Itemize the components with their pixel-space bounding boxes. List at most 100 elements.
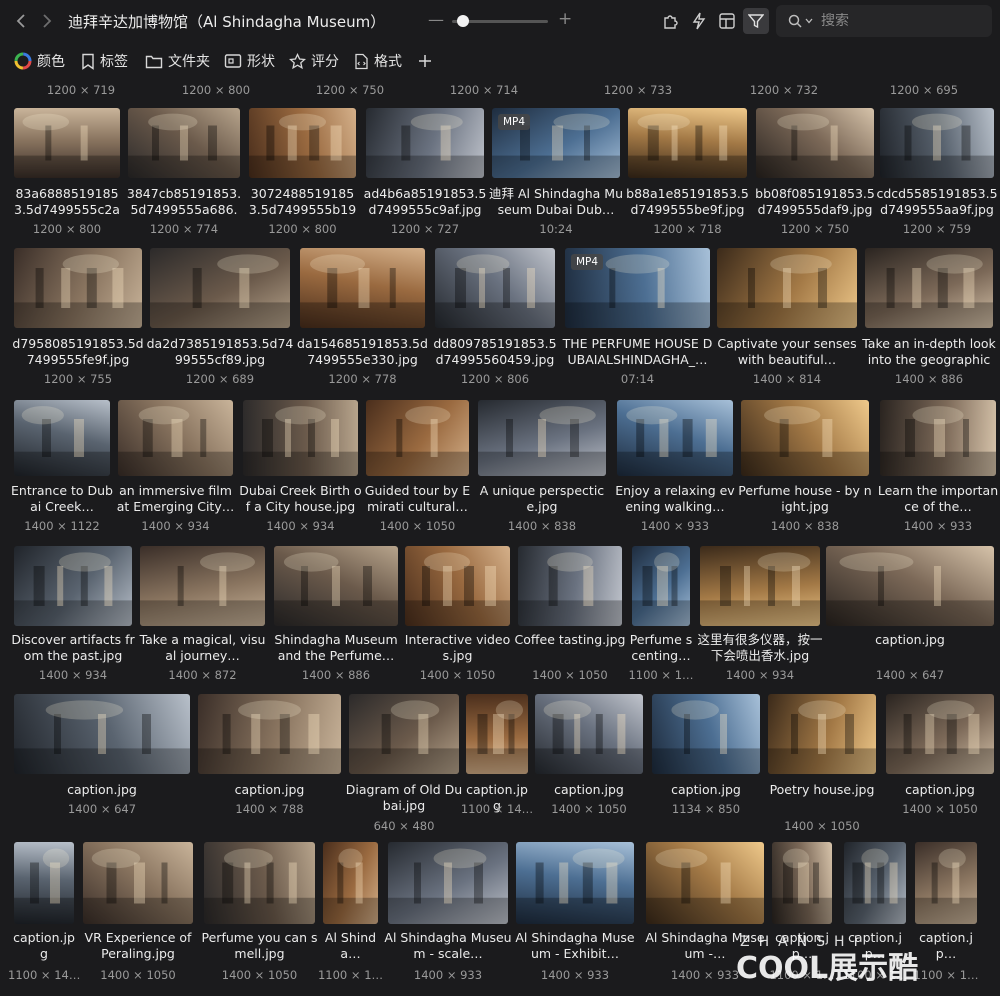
thumbnail-image[interactable] [388,842,508,924]
file-name[interactable]: 迪拜 Al Shindagha Museum Dubai Dub… [488,186,624,218]
file-name[interactable]: 这里有很多仪器，按一下会喷出香水.jpg [696,632,824,664]
thumbnail-image[interactable] [628,108,747,178]
back-button[interactable] [10,10,32,32]
file-name[interactable]: caption.jpg [822,632,998,648]
thumbnail-image[interactable] [14,546,132,626]
file-name[interactable]: Take a magical, visual journey… [136,632,269,664]
thumbnail-image[interactable] [204,842,315,924]
file-name[interactable]: caption.jp… [911,930,981,962]
file-name[interactable]: Al Shindagha Museum -… [642,930,768,962]
file-name[interactable]: Captivate your senses with beautiful… [713,336,861,368]
file-name[interactable]: Coffee tasting.jpg [514,632,626,648]
thumbnail-image[interactable] [14,842,74,924]
filter-shape[interactable]: 形状 [224,48,275,74]
file-name[interactable]: d7958085191853.5d7499555fe9f.jpg [10,336,146,368]
file-name[interactable]: caption.jpg [648,782,764,798]
file-name[interactable]: Al Shinda… [319,930,382,962]
thumbnail-image[interactable] [880,400,996,476]
thumbnail-image[interactable] [300,248,425,328]
thumbnail-image[interactable] [535,694,643,774]
thumbnail-image[interactable] [768,694,876,774]
thumbnail-image[interactable] [466,694,528,774]
file-name[interactable]: da2d7385191853.5d7499555cf89.jpg [146,336,294,368]
thumbnail-image[interactable] [646,842,764,924]
thumbnail-image[interactable] [880,108,994,178]
thumbnail-image[interactable] [405,546,510,626]
thumbnail-image[interactable] [83,842,193,924]
thumbnail-image[interactable] [14,108,120,178]
thumbnail-image[interactable] [478,400,606,476]
thumbnail-image[interactable] [274,546,398,626]
zoom-out-button[interactable]: — [428,10,444,29]
file-name[interactable]: Perfume you can smell.jpg [200,930,319,962]
file-name[interactable]: cdcd5585191853.5d7499555aa9f.jpg [876,186,998,218]
zoom-in-button[interactable]: + [558,9,572,29]
thumbnail-image[interactable]: MP4 [492,108,620,178]
file-name[interactable]: caption.jp g [10,930,78,962]
filter-folder[interactable]: 文件夹 [145,48,210,74]
file-name[interactable]: caption.jp… [768,930,836,962]
thumbnail-image[interactable] [617,400,733,476]
file-name[interactable]: b88a1e85191853.5d7499555be9f.jpg [624,186,751,218]
file-name[interactable]: VR Experience of Peraling.jpg [79,930,197,962]
thumbnail-image[interactable] [14,694,190,774]
file-name[interactable]: 30724885191853.5d7499555b19b… [245,186,360,218]
file-name[interactable]: da154685191853.5d7499555e330.jpg [296,336,429,368]
plugin-button[interactable] [660,10,682,32]
file-name[interactable]: Poetry house.jpg [764,782,880,798]
filter-toggle-button[interactable] [743,8,769,34]
search-input[interactable] [821,13,971,29]
file-name[interactable]: caption.jp… [840,930,910,962]
thumbnail-image[interactable] [700,546,820,626]
thumbnail-image[interactable] [366,108,484,178]
thumbnail-image[interactable] [323,842,378,924]
file-name[interactable]: dd809785191853.5d74995560459.jpg [431,336,559,368]
file-name[interactable]: Perfume scenting… [628,632,694,664]
thumbnail-image[interactable] [632,546,690,626]
action-button[interactable] [688,10,710,32]
file-name[interactable]: A unique perspectice.jpg [474,483,610,515]
file-name[interactable]: Al Shindagha Museum - scale… [384,930,512,962]
file-name[interactable]: Shindagha Museum and the Perfume… [270,632,402,664]
file-name[interactable]: 3847cb85191853.5d7499555a686.j… [124,186,244,218]
file-name[interactable]: Interactive videos.jpg [401,632,514,664]
forward-button[interactable] [36,10,58,32]
thumbnail-image[interactable] [435,248,555,328]
thumbnail-image[interactable] [741,400,869,476]
file-name[interactable]: caption.jpg [531,782,647,798]
thumbnail-image[interactable] [865,248,993,328]
file-name[interactable]: ad4b6a85191853.5d7499555c9af.jpg [362,186,488,218]
zoom-slider-handle[interactable] [456,15,469,27]
thumbnail-image[interactable]: MP4 [565,248,710,328]
thumbnail-image[interactable] [243,400,358,476]
thumbnail-image[interactable] [826,546,994,626]
file-name[interactable]: bb08f085191853.5d7499555daf9.jpg [752,186,878,218]
thumbnail-image[interactable] [128,108,240,178]
thumbnail-image[interactable] [717,248,857,328]
thumbnail-image[interactable] [118,400,233,476]
thumbnail-image[interactable] [915,842,977,924]
file-name[interactable]: Dubai Creek Birth of a City house.jpg [239,483,362,515]
thumbnail-image[interactable] [349,694,459,774]
thumbnail-image[interactable] [366,400,469,476]
thumbnail-image[interactable] [844,842,906,924]
file-name[interactable]: Entrance to Dubai Creek… [10,483,114,515]
file-name[interactable]: THE PERFUME HOUSE DUBAIALSHINDAGHA_… [561,336,714,368]
filter-rating[interactable]: 评分 [289,48,339,74]
file-name[interactable]: Learn the importance of the… [876,483,1000,515]
file-name[interactable]: caption.jpg [882,782,998,798]
file-name[interactable]: Diagram of Old Dubai.jpg [345,782,463,814]
thumbnail-image[interactable] [756,108,874,178]
file-name[interactable]: Perfume house - by night.jpg [737,483,873,515]
filter-format[interactable]: 格式 [354,48,402,74]
thumbnail-image[interactable] [652,694,760,774]
file-name[interactable]: Take an in-depth look into the geographi… [861,336,997,368]
thumbnail-image[interactable] [198,694,341,774]
thumbnail-image[interactable] [140,546,265,626]
thumbnail-image[interactable] [150,248,290,328]
file-name[interactable]: an immersive film at Emerging City… [114,483,237,515]
layout-button[interactable] [716,10,738,32]
thumbnail-image[interactable] [249,108,356,178]
thumbnail-image[interactable] [886,694,994,774]
file-name[interactable]: caption.jpg [194,782,345,798]
